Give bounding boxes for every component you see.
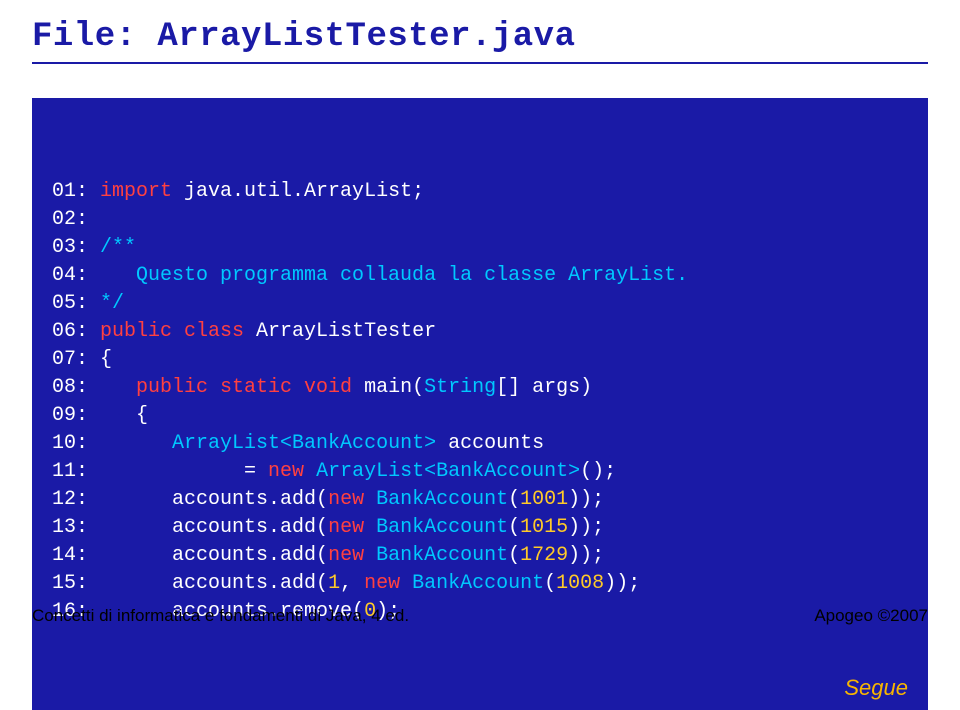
code-token: accounts.add( [172, 544, 328, 567]
code-line: 10: ArrayList<BankAccount> accounts [52, 430, 908, 458]
code-token: 1015 [520, 516, 568, 539]
code-token: (); [580, 460, 616, 483]
code-line: 09: { [52, 402, 908, 430]
code-token: accounts.add( [172, 516, 328, 539]
code-token [400, 572, 412, 595]
code-token: [] args) [496, 376, 592, 399]
code-token: 12: [52, 488, 172, 511]
code-line: 14: accounts.add(new BankAccount(1729)); [52, 542, 908, 570]
code-token: 1008 [556, 572, 604, 595]
code-token: new [328, 516, 364, 539]
code-token: 05: [52, 292, 100, 315]
code-line: 01: import java.util.ArrayList; [52, 178, 908, 206]
code-token: { [100, 348, 112, 371]
code-token: public class [100, 320, 244, 343]
code-token: */ [100, 292, 124, 315]
slide: File: ArrayListTester.java 01: import ja… [0, 0, 960, 638]
code-token: ( [508, 488, 520, 511]
code-token: ( [508, 516, 520, 539]
code-token: 13: [52, 516, 172, 539]
code-token: 09: [52, 404, 136, 427]
code-token: accounts.add( [172, 572, 328, 595]
code-token: 02: [52, 208, 100, 231]
code-token: BankAccount [376, 544, 508, 567]
segue-label: Segue [844, 674, 908, 702]
code-token: new [268, 460, 304, 483]
title-underline [32, 62, 928, 64]
code-token [304, 460, 316, 483]
code-token: 11: [52, 460, 244, 483]
code-token: /** [100, 236, 136, 259]
code-token: BankAccount [412, 572, 544, 595]
code-token: )); [604, 572, 640, 595]
footer-right: Apogeo ©2007 [814, 606, 928, 626]
code-token: ( [508, 544, 520, 567]
code-token: java.util.ArrayList; [172, 180, 424, 203]
code-line: 11: = new ArrayList<BankAccount>(); [52, 458, 908, 486]
code-line: 05: */ [52, 290, 908, 318]
code-token: 08: [52, 376, 136, 399]
code-token: import [100, 180, 172, 203]
code-token: main( [352, 376, 424, 399]
code-line: 02: [52, 206, 908, 234]
code-token [364, 516, 376, 539]
code-token: BankAccount [376, 516, 508, 539]
code-token: 1001 [520, 488, 568, 511]
code-token: 04: [52, 264, 136, 287]
code-token: new [328, 544, 364, 567]
code-token: 1 [328, 572, 340, 595]
code-token: new [328, 488, 364, 511]
code-token: , [340, 572, 364, 595]
code-token: ArrayList<BankAccount> [316, 460, 580, 483]
code-token [364, 488, 376, 511]
title-filename: ArrayListTester.java [157, 18, 575, 56]
code-token: 06: [52, 320, 100, 343]
code-token: 14: [52, 544, 172, 567]
code-token: 03: [52, 236, 100, 259]
code-token: )); [568, 544, 604, 567]
code-token: accounts [436, 432, 544, 455]
code-line: 13: accounts.add(new BankAccount(1015)); [52, 514, 908, 542]
code-line: 04: Questo programma collauda la classe … [52, 262, 908, 290]
footer-left: Concetti di informatica e fondamenti di … [32, 606, 409, 626]
code-line: 03: /** [52, 234, 908, 262]
code-token: Questo programma collauda la classe Arra… [136, 264, 688, 287]
code-token: String [424, 376, 496, 399]
code-line: 07: { [52, 346, 908, 374]
code-line: 15: accounts.add(1, new BankAccount(1008… [52, 570, 908, 598]
code-token: ArrayList<BankAccount> [172, 432, 436, 455]
footer: Concetti di informatica e fondamenti di … [32, 606, 928, 626]
code-token: { [136, 404, 148, 427]
code-token: new [364, 572, 400, 595]
code-token: ArrayListTester [244, 320, 436, 343]
code-token: ( [544, 572, 556, 595]
code-token: 15: [52, 572, 172, 595]
code-token: public static void [136, 376, 352, 399]
code-token: accounts.add( [172, 488, 328, 511]
code-token: )); [568, 488, 604, 511]
code-line: 08: public static void main(String[] arg… [52, 374, 908, 402]
code-line: 06: public class ArrayListTester [52, 318, 908, 346]
code-token: BankAccount [376, 488, 508, 511]
code-token: 10: [52, 432, 172, 455]
code-token: 1729 [520, 544, 568, 567]
code-token: )); [568, 516, 604, 539]
code-token: = [244, 460, 268, 483]
slide-title: File: ArrayListTester.java [32, 18, 928, 56]
title-prefix: File: [32, 18, 157, 56]
code-token: 01: [52, 180, 100, 203]
code-line: 12: accounts.add(new BankAccount(1001)); [52, 486, 908, 514]
code-token [364, 544, 376, 567]
code-token: 07: [52, 348, 100, 371]
